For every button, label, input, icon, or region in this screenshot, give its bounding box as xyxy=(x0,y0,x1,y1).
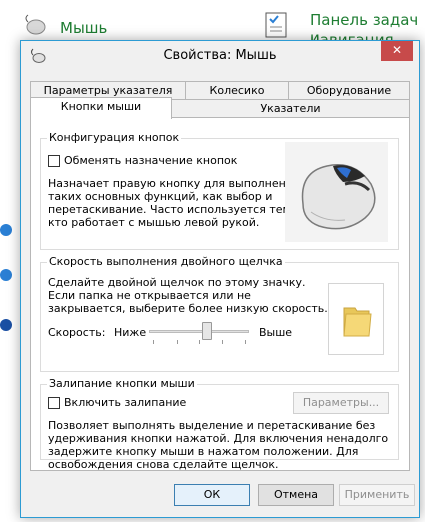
mouse-icon xyxy=(25,14,46,35)
ok-button[interactable]: ОК xyxy=(174,484,250,506)
close-button[interactable]: ✕ xyxy=(381,41,413,61)
tab-wheel[interactable]: Колесико xyxy=(185,81,289,101)
titlebar: Свойства: Мышь ✕ xyxy=(21,41,419,71)
cancel-button[interactable]: Отмена xyxy=(258,484,334,506)
click-lock-group: Залипание кнопки мыши Включить залипание… xyxy=(40,377,399,471)
click-lock-description-line: удерживания кнопки нажатой. Для включени… xyxy=(48,432,389,445)
left-edge-icon xyxy=(0,269,12,281)
click-lock-checkbox[interactable] xyxy=(48,397,60,409)
test-folder-box[interactable] xyxy=(328,283,384,355)
button-config-group: Конфигурация кнопок Обменять назначение … xyxy=(40,131,399,250)
left-edge-icon xyxy=(0,319,12,331)
swap-buttons-checkbox[interactable] xyxy=(48,155,60,167)
folder-icon xyxy=(343,307,372,337)
speed-high-label: Выше xyxy=(259,326,293,339)
speed-label: Скорость: xyxy=(48,326,106,339)
swap-description-line: кто работает с мышью левой рукой. xyxy=(48,216,260,229)
double-click-description-line: Сделайте двойной щелчок по этому значку. xyxy=(48,276,306,289)
tab-hardware[interactable]: Оборудование xyxy=(288,81,410,101)
taskbar-icon xyxy=(265,12,287,38)
tab-buttons[interactable]: Кнопки мыши xyxy=(30,97,172,119)
mouse-illustration xyxy=(301,164,376,230)
click-lock-label[interactable]: Включить залипание xyxy=(64,396,186,409)
mouse-properties-dialog: Свойства: Мышь ✕ Параметры указателя Кол… xyxy=(20,40,420,518)
mouse-link[interactable]: Мышь xyxy=(60,19,107,37)
slider-tick xyxy=(245,340,246,344)
slider-tick xyxy=(153,340,154,344)
group-title: Скорость выполнения двойного щелчка xyxy=(47,255,285,268)
double-click-description-line: закрывается, выберите более низкую скоро… xyxy=(48,302,328,315)
slider-tick xyxy=(199,340,200,344)
click-lock-description-line: Позволяет выполнять выделение и перетаск… xyxy=(48,419,376,432)
window-title: Свойства: Мышь xyxy=(163,48,277,63)
slider-tick xyxy=(222,340,223,344)
swap-description-line: Назначает правую кнопку для выполнения xyxy=(48,177,300,190)
group-title: Залипание кнопки мыши xyxy=(47,377,197,390)
swap-description-line: перетаскивание. Часто используется теми, xyxy=(48,203,302,216)
tab-pointers[interactable]: Указатели xyxy=(171,99,410,119)
speed-low-label: Ниже xyxy=(114,326,147,339)
speed-slider-thumb[interactable] xyxy=(202,322,212,340)
left-edge-icon xyxy=(0,224,12,236)
group-title: Конфигурация кнопок xyxy=(47,131,182,144)
swap-description-line: таких основных функций, как выбор и xyxy=(48,190,273,203)
click-lock-description-line: задержите кнопку мыши в нажатом положени… xyxy=(48,445,359,458)
tab-panel-buttons: Конфигурация кнопок Обменять назначение … xyxy=(30,117,410,471)
apply-button[interactable]: Применить xyxy=(339,484,415,506)
mouse-image xyxy=(285,142,388,242)
speed-slider-track[interactable] xyxy=(149,330,249,333)
swap-buttons-label[interactable]: Обменять назначение кнопок xyxy=(64,154,237,167)
slider-tick xyxy=(177,340,178,344)
click-lock-settings-button[interactable]: Параметры... xyxy=(293,392,389,414)
double-click-description-line: Если папка не открывается или не xyxy=(48,289,251,302)
double-click-group: Скорость выполнения двойного щелчка Сдел… xyxy=(40,255,399,372)
click-lock-description-line: освобождения снова сделайте щелчок. xyxy=(48,458,279,471)
